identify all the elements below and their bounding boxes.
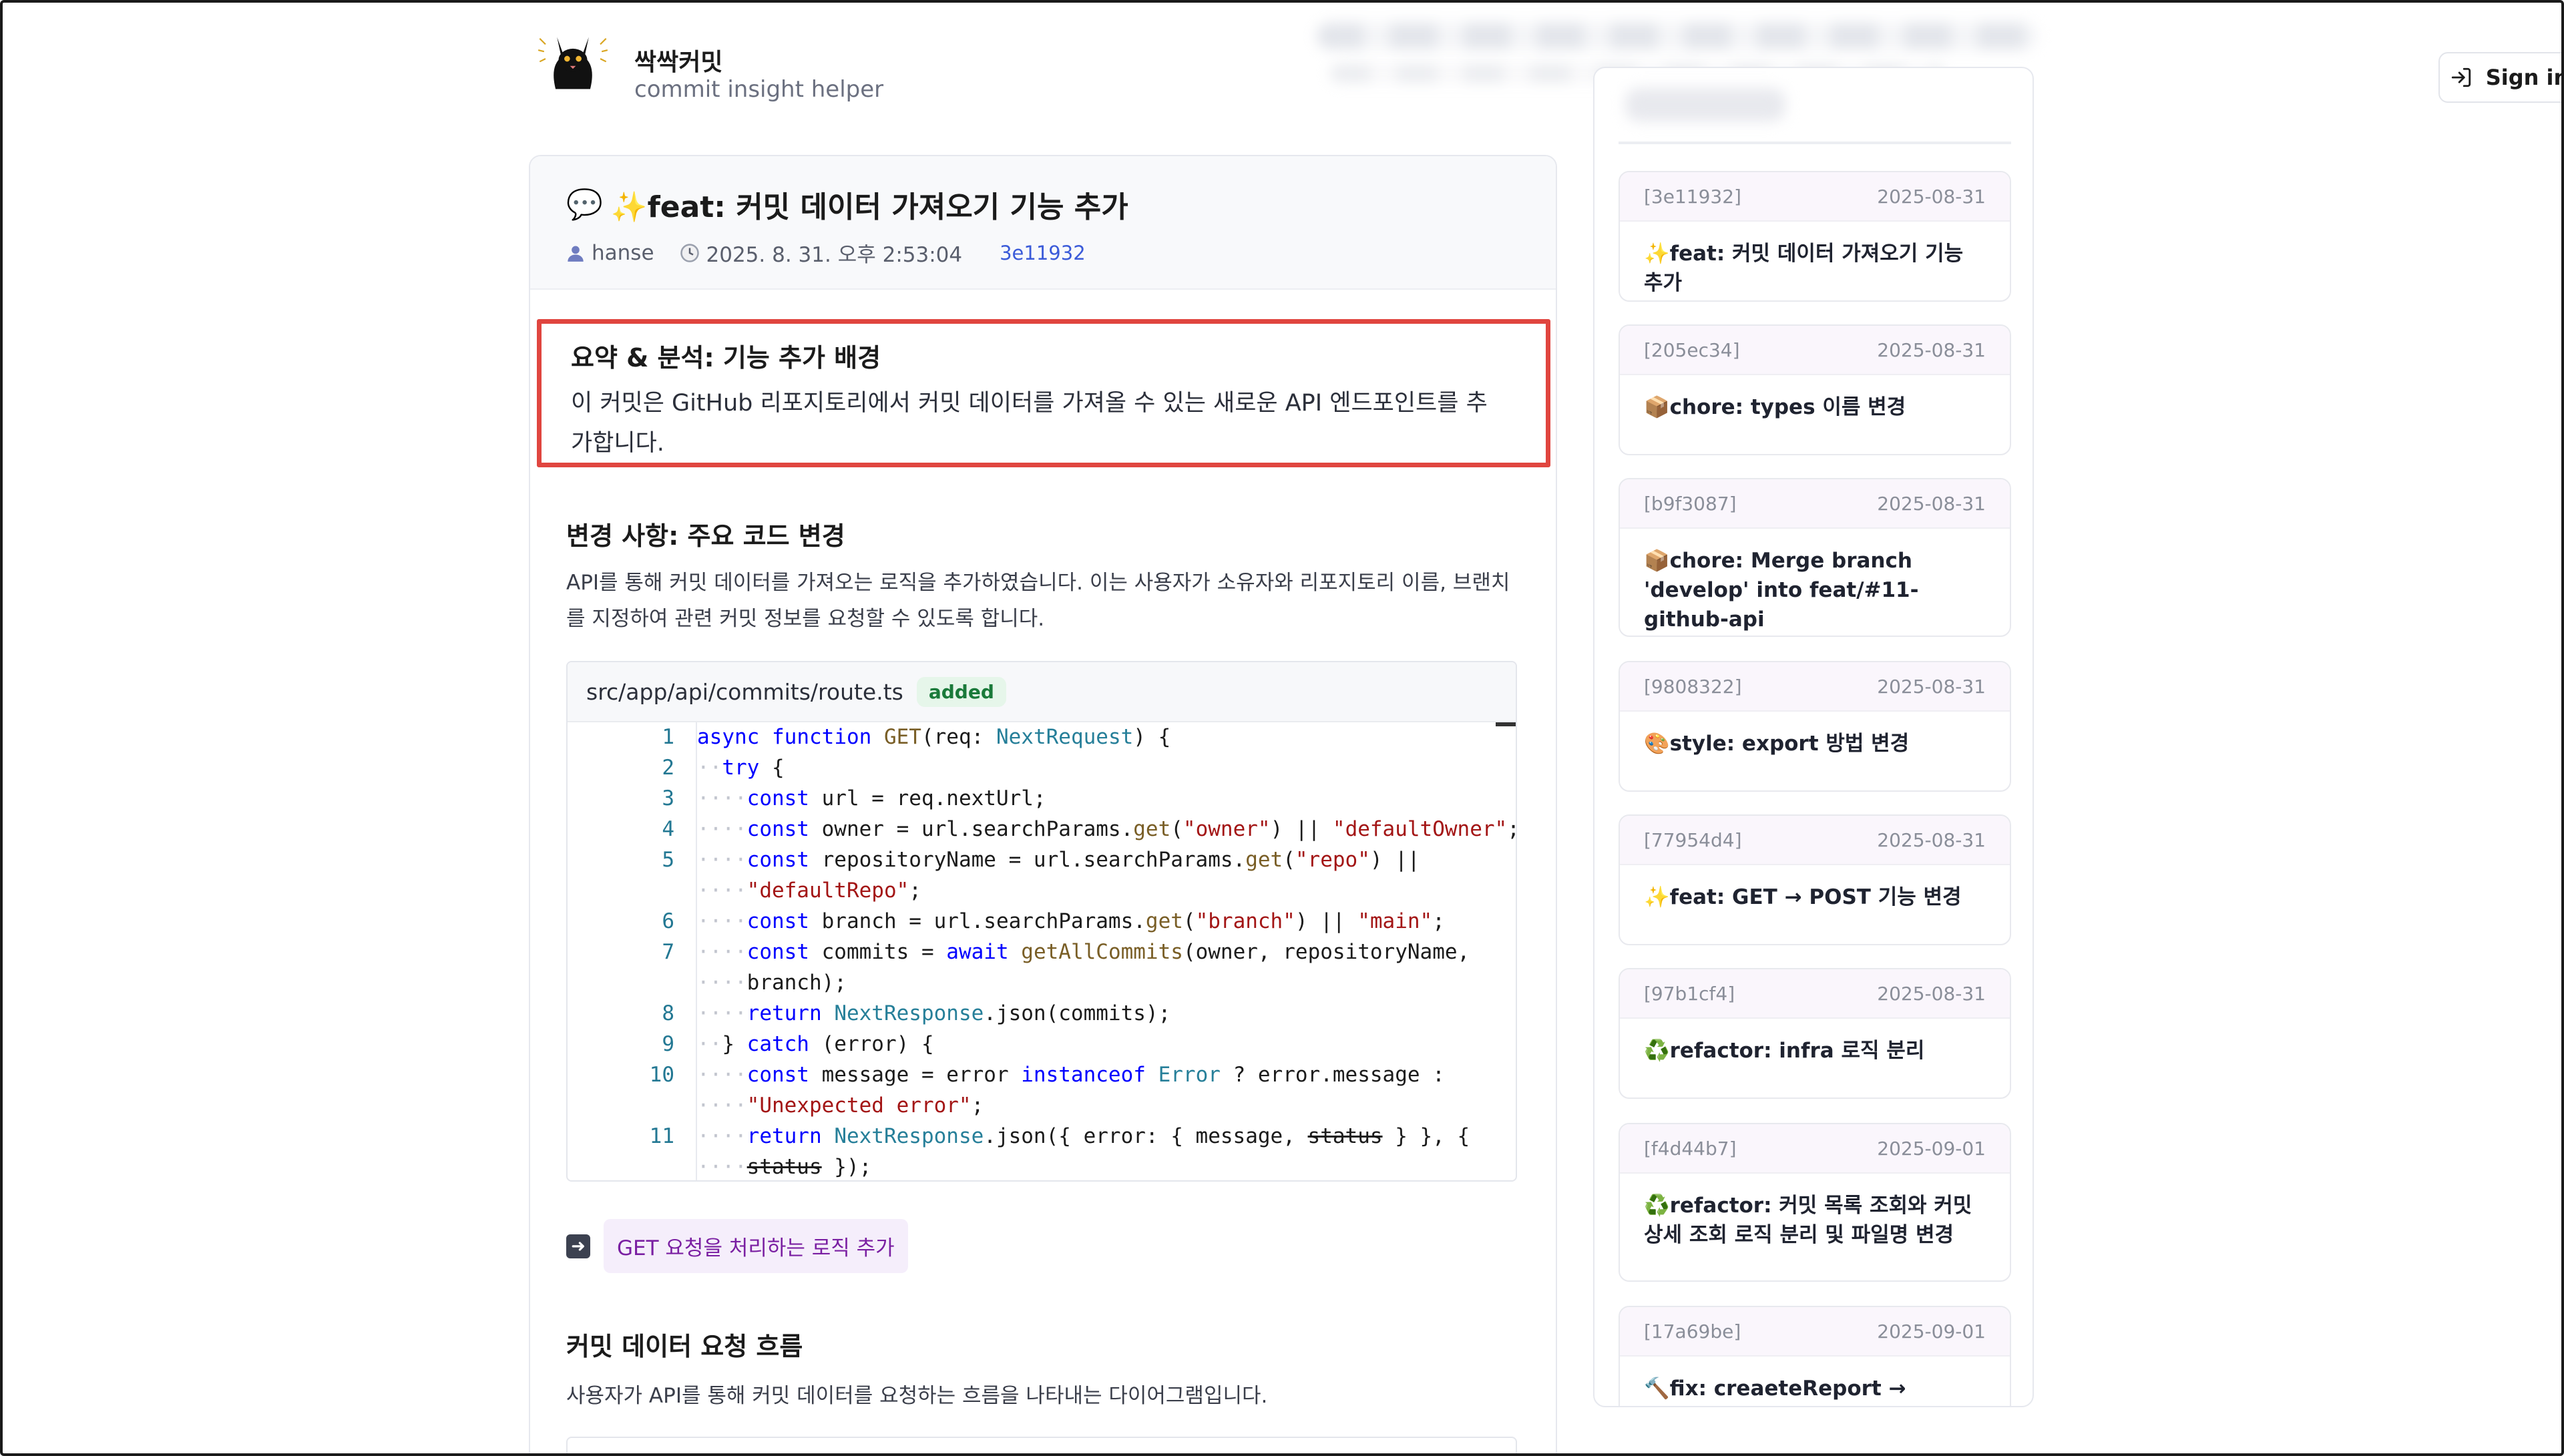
commit-list-sidebar: [3e11932] 2025-08-31 ✨feat: 커밋 데이터 가져오기 기…: [1593, 67, 2034, 1407]
commit-list-item[interactable]: [9808322] 2025-08-31 🎨style: export 방법 변경: [1619, 661, 2011, 792]
commit-item-date: 2025-08-31: [1877, 982, 1986, 1005]
commit-item-message: ✨feat: GET → POST 기능 변경: [1644, 885, 1962, 909]
blurred-sidebar-title: [1625, 88, 1785, 122]
commit-item-hash: [77954d4]: [1644, 828, 1742, 851]
code-line-text: ····const message = error instanceof Err…: [697, 1063, 1445, 1087]
code-line-text: ····const commits = await getAllCommits(…: [697, 940, 1470, 964]
commit-date: 2025. 8. 31. 오후 2:53:04: [706, 243, 963, 267]
commit-item-date: 2025-09-01: [1877, 1320, 1986, 1343]
code-line-text: ····const owner = url.searchParams.get("…: [697, 817, 1516, 841]
commit-item-message: 📦chore: types 이름 변경: [1644, 395, 1906, 419]
commit-item-date: 2025-09-01: [1877, 1137, 1986, 1160]
commit-list-item[interactable]: [3e11932] 2025-08-31 ✨feat: 커밋 데이터 가져오기 기…: [1619, 171, 2011, 302]
sign-in-label: Sign in: [2485, 65, 2564, 90]
commit-item-message: ✨feat: 커밋 데이터 가져오기 기능 추가: [1644, 242, 1964, 295]
code-line-text: ····status });: [697, 1155, 872, 1179]
user-icon: [568, 246, 584, 262]
commit-title-text: ✨feat: 커밋 데이터 가져오기 기능 추가: [610, 190, 1128, 224]
commit-item-date: 2025-08-31: [1877, 338, 1986, 361]
code-line-text: ····const branch = url.searchParams.get(…: [697, 909, 1445, 933]
commit-list-item[interactable]: [17a69be] 2025-09-01 🔨fix: creaeteReport …: [1619, 1306, 2011, 1406]
commit-item-hash: [9808322]: [1644, 675, 1742, 698]
clock-icon: [680, 243, 699, 262]
commit-item-hash: [f4d44b7]: [1644, 1137, 1737, 1160]
change-note-pill: GET 요청을 처리하는 로직 추가: [604, 1219, 908, 1273]
summary-text: 이 커밋은 GitHub 리포지토리에서 커밋 데이터를 가져올 수 있는 새로…: [571, 390, 1488, 457]
commit-item-message: 📦chore: Merge branch 'develop' into feat…: [1644, 549, 1919, 632]
code-line-text: ····const repositoryName = url.searchPar…: [697, 848, 1420, 872]
file-path: src/app/api/commits/route.ts: [586, 678, 903, 705]
code-line-text: ····return NextResponse.json({ error: { …: [697, 1124, 1470, 1148]
commit-item-message: 🎨style: export 방법 변경: [1644, 732, 1910, 756]
changes-title: 변경 사항: 주요 코드 변경: [566, 521, 845, 551]
code-block: src/app/api/commits/route.ts added 1 asy…: [566, 661, 1517, 1182]
code-line-text: async function GET(req: NextRequest) {: [697, 725, 1171, 749]
speech-bubble-icon: 💬: [566, 188, 603, 222]
code-line-text: ····"Unexpected error";: [697, 1094, 984, 1118]
arrow-right-icon: ➜: [566, 1234, 590, 1258]
commit-list-item[interactable]: [77954d4] 2025-08-31 ✨feat: GET → POST 기능…: [1619, 814, 2011, 945]
brand-name: 싹싹커밋: [634, 49, 723, 76]
code-line-text: ··} catch (error) {: [697, 1032, 934, 1056]
code-line-text: ····branch);: [697, 971, 847, 995]
commit-item-hash: [17a69be]: [1644, 1320, 1741, 1343]
commit-list-item[interactable]: [97b1cf4] 2025-08-31 ♻️refactor: infra 로직…: [1619, 968, 2011, 1099]
commit-item-hash: [b9f3087]: [1644, 492, 1737, 515]
commit-item-hash: [97b1cf4]: [1644, 982, 1735, 1005]
commit-list-item[interactable]: [f4d44b7] 2025-09-01 ♻️refactor: 커밋 목록 조회…: [1619, 1123, 2011, 1282]
sign-in-button[interactable]: Sign in: [2438, 52, 2564, 103]
commit-item-hash: [3e11932]: [1644, 185, 1741, 208]
code-line-text: ··try {: [697, 756, 785, 780]
commit-title: 💬 ✨feat: 커밋 데이터 가져오기 기능 추가: [566, 183, 1128, 226]
code-scrollbar[interactable]: [1496, 722, 1516, 726]
brand-subtitle: commit insight helper: [634, 76, 884, 103]
flow-description: 사용자가 API를 통해 커밋 데이터를 요청하는 흐름을 나타내는 다이어그램…: [566, 1384, 1268, 1408]
code-file-header: src/app/api/commits/route.ts added: [568, 662, 1516, 722]
commit-list-item[interactable]: [b9f3087] 2025-08-31 📦chore: Merge branch…: [1619, 478, 2011, 637]
code-line-text: ····return NextResponse.json(commits);: [697, 1001, 1171, 1025]
commit-item-date: 2025-08-31: [1877, 492, 1986, 515]
flow-title: 커밋 데이터 요청 흐름: [566, 1332, 803, 1361]
commit-header: 💬 ✨feat: 커밋 데이터 가져오기 기능 추가 hanse 2025. 8…: [530, 156, 1556, 290]
commit-item-message: ♻️refactor: 커밋 목록 조회와 커밋 상세 조회 로직 분리 및 파…: [1644, 1194, 1972, 1247]
summary-section: 요약 & 분석: 기능 추가 배경 이 커밋은 GitHub 리포지토리에서 커…: [537, 319, 1550, 467]
commit-detail-card: 💬 ✨feat: 커밋 데이터 가져오기 기능 추가 hanse 2025. 8…: [529, 155, 1557, 1456]
commit-item-message: ♻️refactor: infra 로직 분리: [1644, 1039, 1925, 1063]
commit-item-message: 🔨fix: creaeteReport →: [1644, 1377, 1906, 1401]
change-note: ➜ GET 요청을 처리하는 로직 추가: [566, 1219, 908, 1273]
commit-list-item[interactable]: [205ec34] 2025-08-31 📦chore: types 이름 변경: [1619, 324, 2011, 455]
code-line-text: ····"defaultRepo";: [697, 879, 921, 903]
diagram-container: [566, 1437, 1517, 1456]
commit-item-date: 2025-08-31: [1877, 828, 1986, 851]
black-cat-logo-icon[interactable]: [537, 23, 609, 95]
summary-title: 요약 & 분석: 기능 추가 배경: [571, 343, 881, 373]
sidebar-divider: [1619, 142, 2011, 144]
sign-in-icon: [2451, 67, 2471, 87]
commit-item-hash: [205ec34]: [1644, 338, 1740, 361]
code-line-text: ····const url = req.nextUrl;: [697, 786, 1046, 810]
commit-hash-link[interactable]: 3e11932: [1000, 242, 1086, 264]
commit-item-date: 2025-08-31: [1877, 675, 1986, 698]
blurred-nav: [1317, 23, 2038, 49]
changes-description: API를 통해 커밋 데이터를 가져오는 로직을 추가하였습니다. 이는 사용자…: [566, 571, 1510, 631]
commit-item-date: 2025-08-31: [1877, 185, 1986, 208]
file-status-badge: added: [916, 676, 1006, 707]
commit-author: hanse: [592, 240, 654, 265]
commit-meta: hanse 2025. 8. 31. 오후 2:53:04 3e11932: [566, 238, 1086, 268]
